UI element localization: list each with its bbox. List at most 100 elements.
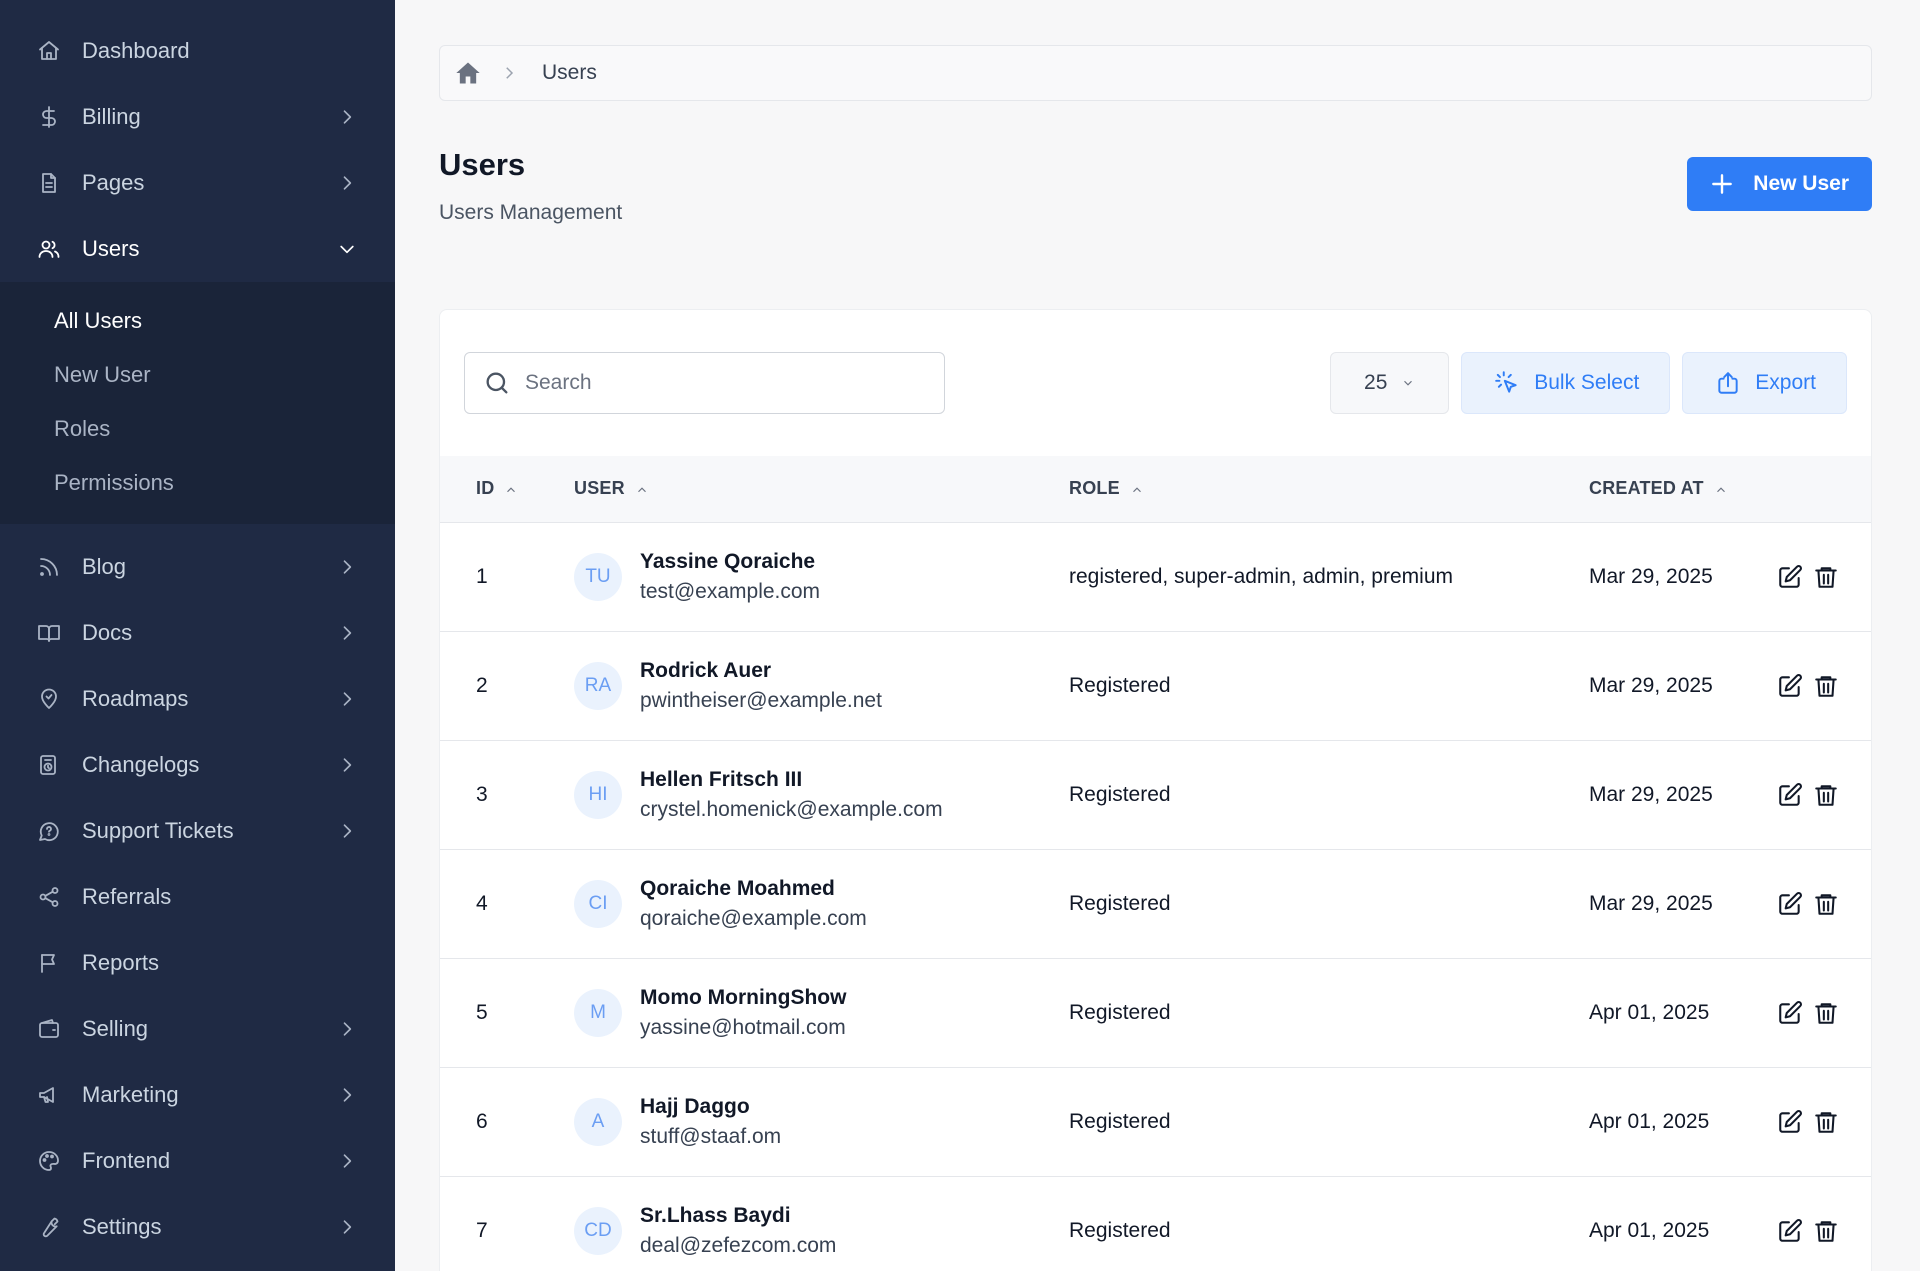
submenu-item-roles[interactable]: Roles: [0, 402, 395, 456]
cell-actions: [1777, 849, 1871, 958]
edit-icon[interactable]: [1777, 1000, 1803, 1026]
submenu-item-new-user[interactable]: New User: [0, 348, 395, 402]
chevron-right-icon: [337, 1217, 357, 1237]
sidebar-item-dashboard[interactable]: Dashboard: [0, 18, 395, 84]
sidebar-item-changelogs[interactable]: Changelogs: [0, 732, 395, 798]
chevron-right-icon: [500, 64, 518, 82]
wrench-icon: [36, 1214, 62, 1240]
plus-icon: [1709, 171, 1735, 197]
cell-actions: [1777, 1067, 1871, 1176]
export-button[interactable]: Export: [1682, 352, 1847, 414]
edit-icon[interactable]: [1777, 564, 1803, 590]
column-header-role[interactable]: ROLE: [1069, 456, 1589, 522]
cell-actions: [1777, 631, 1871, 740]
avatar: RA: [574, 661, 622, 710]
trash-icon[interactable]: [1813, 782, 1839, 808]
avatar: A: [574, 1097, 622, 1146]
sidebar-item-label: Dashboard: [82, 38, 190, 63]
table-row: 4 CI Qoraiche Moahmed qoraiche@example.com…: [440, 849, 1871, 958]
table-toolbar: 25 Bulk Select Export: [440, 310, 1871, 456]
cell-actions: [1777, 958, 1871, 1067]
sidebar-item-docs[interactable]: Docs: [0, 600, 395, 666]
column-header-created-at[interactable]: CREATED AT: [1589, 456, 1777, 522]
user-name: Rodrick Auer: [640, 658, 772, 682]
column-header-id[interactable]: ID: [440, 456, 574, 522]
sidebar-item-billing[interactable]: Billing: [0, 84, 395, 150]
sidebar-item-selling[interactable]: Selling: [0, 996, 395, 1062]
per-page-value: 25: [1364, 371, 1388, 394]
sidebar-item-frontend[interactable]: Frontend: [0, 1128, 395, 1194]
cell-created-at: Mar 29, 2025: [1589, 891, 1713, 915]
trash-icon[interactable]: [1813, 673, 1839, 699]
user-name: Hellen Fritsch III: [640, 767, 803, 791]
user-name: Yassine Qoraiche: [640, 549, 816, 573]
user-name: Sr.Lhass Baydi: [640, 1203, 791, 1227]
new-user-button[interactable]: New User: [1687, 157, 1872, 211]
sidebar-item-label: Marketing: [82, 1082, 179, 1107]
trash-icon[interactable]: [1813, 1000, 1839, 1026]
edit-icon[interactable]: [1777, 673, 1803, 699]
cell-user: RA Rodrick Auer pwintheiser@example.net: [574, 631, 1069, 740]
edit-icon[interactable]: [1777, 891, 1803, 917]
bulk-select-label: Bulk Select: [1534, 371, 1640, 394]
sidebar-item-users[interactable]: Users: [0, 216, 395, 282]
search-input[interactable]: [525, 371, 926, 395]
trash-icon[interactable]: [1813, 1109, 1839, 1135]
user-email: pwintheiser@example.net: [640, 688, 882, 712]
sidebar-item-reports[interactable]: Reports: [0, 930, 395, 996]
sidebar-item-blog[interactable]: Blog: [0, 534, 395, 600]
bulk-select-button[interactable]: Bulk Select: [1461, 352, 1671, 414]
cell-created-at: Mar 29, 2025: [1589, 673, 1713, 697]
users-icon: [36, 236, 62, 262]
book-icon: [36, 620, 62, 646]
cell-user: M Momo MorningShow yassine@hotmail.com: [574, 958, 1069, 1067]
table-row: 3 HI Hellen Fritsch III crystel.homenick@e…: [440, 740, 1871, 849]
trash-icon[interactable]: [1813, 1218, 1839, 1244]
cell-id: 2: [476, 673, 488, 697]
sidebar-item-marketing[interactable]: Marketing: [0, 1062, 395, 1128]
table-row: 2 RA Rodrick Auer pwintheiser@example.net …: [440, 631, 1871, 740]
user-email: crystel.homenick@example.com: [640, 797, 943, 821]
avatar: CD: [574, 1206, 622, 1255]
edit-icon[interactable]: [1777, 1218, 1803, 1244]
trash-icon[interactable]: [1813, 891, 1839, 917]
sidebar-item-pages[interactable]: Pages: [0, 150, 395, 216]
chevron-right-icon: [337, 557, 357, 577]
home-icon[interactable]: [454, 59, 482, 87]
cell-user: A Hajj Daggo stuff@staaf.om: [574, 1067, 1069, 1176]
sidebar-item-support-tickets[interactable]: Support Tickets: [0, 798, 395, 864]
trash-icon[interactable]: [1813, 564, 1839, 590]
document-icon: [36, 170, 62, 196]
page-header: Users Users Management New User: [439, 147, 1872, 267]
sidebar-item-roadmaps[interactable]: Roadmaps: [0, 666, 395, 732]
chevron-right-icon: [337, 689, 357, 709]
chat-icon: [36, 818, 62, 844]
column-header-actions: [1777, 456, 1871, 522]
edit-icon[interactable]: [1777, 1109, 1803, 1135]
sidebar-item-label: Users: [82, 236, 140, 261]
sidebar-item-referrals[interactable]: Referrals: [0, 864, 395, 930]
avatar: TU: [574, 552, 622, 601]
cell-actions: [1777, 522, 1871, 631]
sidebar-item-settings[interactable]: Settings: [0, 1194, 395, 1260]
submenu-item-all-users[interactable]: All Users: [0, 294, 395, 348]
cell-id: 3: [476, 782, 488, 806]
users-table: ID USER ROLE CREATED AT 1 TU Yassine Qora…: [440, 456, 1871, 1271]
sort-asc-icon: [1130, 483, 1144, 497]
table-header-row: ID USER ROLE CREATED AT: [440, 456, 1871, 522]
megaphone-icon: [36, 1082, 62, 1108]
user-email: qoraiche@example.com: [640, 906, 867, 930]
sidebar-item-label: Frontend: [82, 1148, 171, 1173]
avatar: HI: [574, 770, 622, 819]
chevron-right-icon: [337, 107, 357, 127]
palette-icon: [36, 1148, 62, 1174]
per-page-select[interactable]: 25: [1330, 352, 1450, 414]
chevron-right-icon: [337, 1151, 357, 1171]
submenu-item-permissions[interactable]: Permissions: [0, 456, 395, 510]
export-icon: [1715, 370, 1741, 396]
changelog-icon: [36, 752, 62, 778]
edit-icon[interactable]: [1777, 782, 1803, 808]
column-header-user[interactable]: USER: [574, 456, 1069, 522]
home-icon: [36, 38, 62, 64]
table-row: 5 M Momo MorningShow yassine@hotmail.com R…: [440, 958, 1871, 1067]
